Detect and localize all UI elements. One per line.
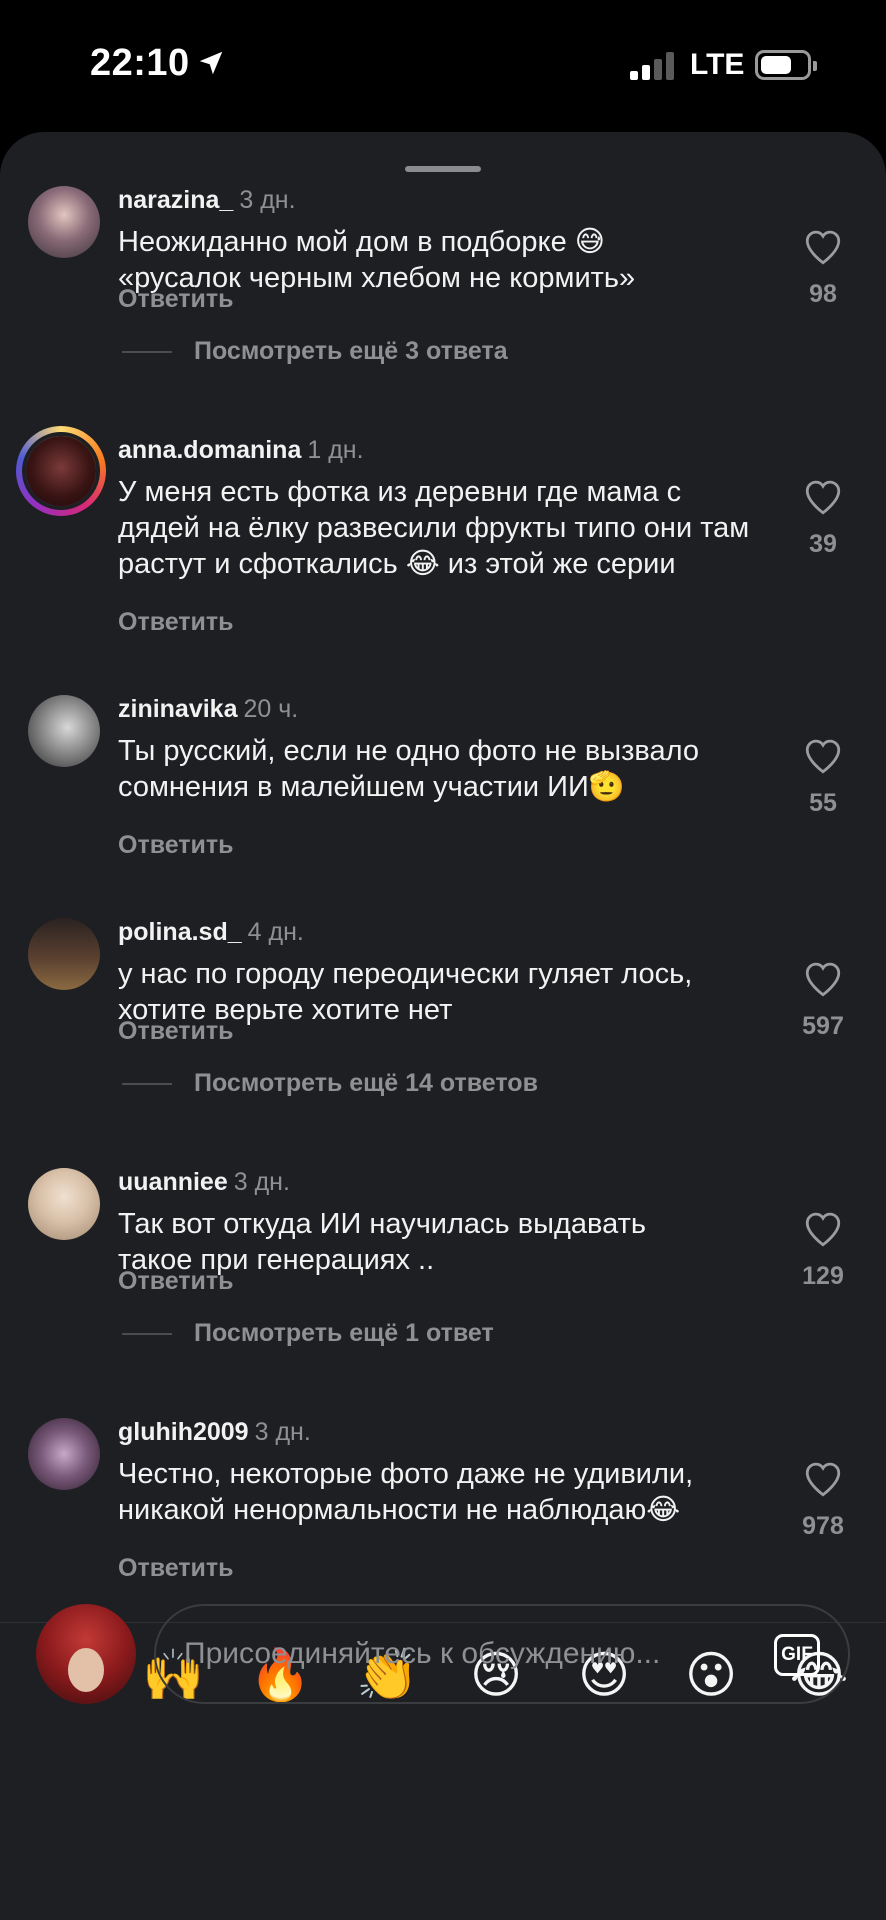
- heart-icon[interactable]: [800, 226, 846, 268]
- status-time: 22:10: [90, 42, 190, 84]
- like-count: 597: [802, 1012, 844, 1040]
- avatar[interactable]: [28, 918, 100, 990]
- comment-time: 3 дн.: [239, 186, 296, 214]
- view-more-replies[interactable]: Посмотреть ещё 1 ответ: [122, 1319, 494, 1348]
- comment-username[interactable]: gluhih2009: [118, 1418, 249, 1446]
- heart-icon[interactable]: [800, 735, 846, 777]
- comment-time: 20 ч.: [243, 695, 299, 723]
- comment-time: 4 дн.: [247, 918, 304, 946]
- location-arrow-icon: [199, 51, 223, 75]
- comment-text: У меня есть фотка из деревни где мама с …: [118, 476, 750, 580]
- comment-username[interactable]: polina.sd_: [118, 918, 242, 946]
- avatar[interactable]: [28, 695, 100, 767]
- like-count: 39: [809, 530, 837, 558]
- comment-username[interactable]: uuanniee: [118, 1168, 228, 1196]
- comment-username[interactable]: narazina_: [118, 186, 233, 214]
- avatar[interactable]: [28, 1418, 100, 1490]
- avatar[interactable]: [28, 186, 100, 258]
- like-count: 55: [809, 789, 837, 817]
- comment-username[interactable]: anna.domanina: [118, 436, 301, 464]
- reply-button[interactable]: Ответить: [118, 1017, 234, 1046]
- like-count: 98: [809, 280, 837, 308]
- heart-icon[interactable]: [800, 1208, 846, 1250]
- like-count: 978: [802, 1512, 844, 1540]
- comment-input[interactable]: Присоединяйтесь к обсуждению... GIF: [154, 1604, 850, 1704]
- gif-button[interactable]: GIF: [774, 1634, 820, 1676]
- status-bar: 22:10 LTE: [0, 0, 886, 132]
- reply-button[interactable]: Ответить: [118, 1267, 234, 1296]
- reply-button[interactable]: Ответить: [118, 1554, 234, 1583]
- current-user-avatar[interactable]: [36, 1604, 136, 1704]
- comment-input-placeholder: Присоединяйтесь к обсуждению...: [184, 1637, 661, 1670]
- comment-time: 3 дн.: [254, 1418, 311, 1446]
- reply-button[interactable]: Ответить: [118, 608, 234, 637]
- comment-text: Ты русский, если не одно фото не вызвало…: [118, 735, 699, 803]
- heart-icon[interactable]: [800, 476, 846, 518]
- comment-username[interactable]: zininavika: [118, 695, 238, 723]
- comment-time: 1 дн.: [307, 436, 364, 464]
- signal-icon: [630, 52, 676, 80]
- battery-icon: [755, 50, 817, 80]
- reply-button[interactable]: Ответить: [118, 831, 234, 860]
- sheet-grabber[interactable]: [405, 166, 481, 172]
- comment-text: Честно, некоторые фото даже не удивили, …: [118, 1458, 694, 1526]
- view-more-replies[interactable]: Посмотреть ещё 3 ответа: [122, 337, 508, 366]
- comment-time: 3 дн.: [233, 1168, 290, 1196]
- avatar-story-ring[interactable]: [16, 426, 106, 516]
- view-more-replies[interactable]: Посмотреть ещё 14 ответов: [122, 1069, 538, 1098]
- network-type: LTE: [690, 48, 745, 81]
- heart-icon[interactable]: [800, 958, 846, 1000]
- avatar[interactable]: [28, 1168, 100, 1240]
- like-count: 129: [802, 1262, 844, 1290]
- reply-button[interactable]: Ответить: [118, 285, 234, 314]
- heart-icon[interactable]: [800, 1458, 846, 1500]
